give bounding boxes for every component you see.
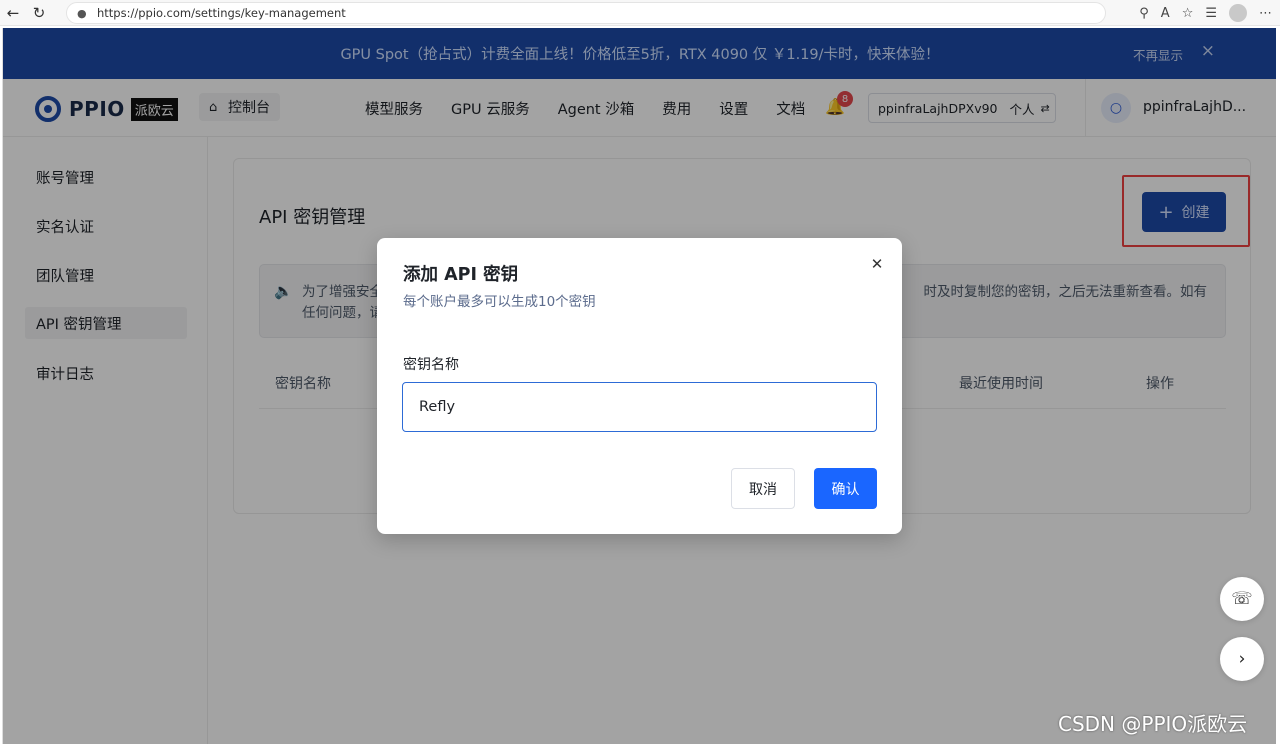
key-name-input[interactable] (402, 382, 877, 432)
more-menu-icon[interactable]: ⋯ (1259, 6, 1272, 21)
browser-toolbar: ← ↻ ● https://ppio.com/settings/key-mana… (0, 0, 1280, 26)
back-icon[interactable]: ← (0, 0, 26, 26)
read-aloud-icon[interactable]: A (1161, 6, 1170, 21)
dialog-title: 添加 API 密钥 (403, 265, 519, 285)
add-api-key-dialog: 添加 API 密钥 每个账户最多可以生成10个密钥 ✕ 密钥名称 取消 确认 (377, 238, 902, 534)
browser-actions: ⚲ A ☆ ☰ ⋯ (1139, 0, 1272, 26)
dialog-close-icon[interactable]: ✕ (867, 254, 887, 274)
dialog-subtitle: 每个账户最多可以生成10个密钥 (403, 294, 596, 310)
site-info-icon[interactable]: ● (77, 7, 91, 20)
key-name-label: 密钥名称 (403, 357, 459, 373)
csdn-watermark: CSDN @PPIO派欧云 (1058, 712, 1248, 736)
favorites-list-icon[interactable]: ☰ (1205, 6, 1217, 21)
support-headset-icon[interactable]: ☏ (1220, 577, 1264, 621)
url-text: https://ppio.com/settings/key-management (97, 6, 346, 20)
address-bar[interactable]: ● https://ppio.com/settings/key-manageme… (66, 2, 1106, 24)
reload-icon[interactable]: ↻ (26, 0, 52, 26)
confirm-button[interactable]: 确认 (814, 468, 877, 509)
zoom-icon[interactable]: ⚲ (1139, 6, 1149, 21)
cancel-button[interactable]: 取消 (731, 468, 795, 509)
app-window: GPU Spot（抢占式）计费全面上线！价格低至5折，RTX 4090 仅 ￥1… (2, 28, 1276, 744)
browser-profile-avatar[interactable] (1229, 4, 1247, 22)
favorite-star-icon[interactable]: ☆ (1182, 6, 1194, 21)
expand-chevron-right-icon[interactable]: › (1220, 637, 1264, 681)
